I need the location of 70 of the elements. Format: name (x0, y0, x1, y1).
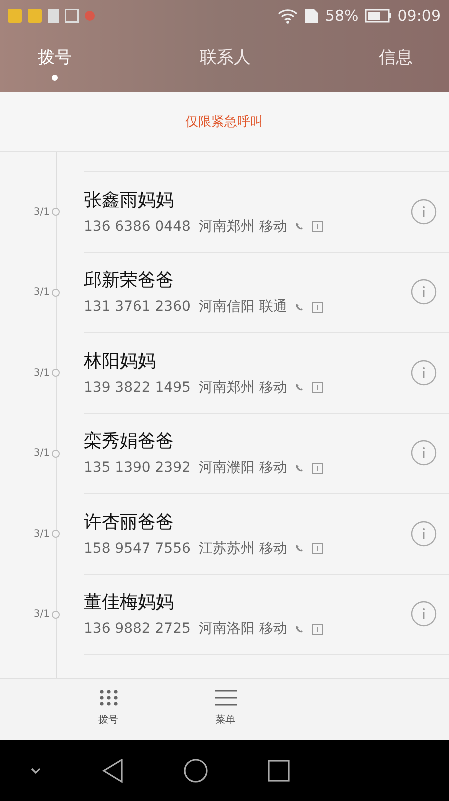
phone-icon (295, 383, 304, 392)
sim-card-icon (304, 8, 320, 24)
timeline-dot-icon (52, 288, 60, 297)
dialpad-icon (98, 689, 118, 707)
timeline-dot-icon (52, 530, 60, 538)
phone-number: 158 9547 7556 (84, 540, 191, 557)
info-icon[interactable] (411, 440, 437, 466)
contact-name[interactable]: 张鑫雨妈妈 (84, 188, 399, 212)
image-icon (65, 9, 79, 23)
contact-name[interactable]: 栾秀娟爸爸 (84, 429, 399, 454)
number-location: 江苏苏州 移动 (198, 540, 288, 558)
phone-icon (295, 302, 304, 312)
phone-number: 131 3761 2360 (84, 299, 191, 316)
dialpad-button[interactable]: 拨号 (50, 679, 167, 740)
call-date: 3/1 (34, 448, 51, 460)
menu-icon (214, 689, 236, 707)
collapse-icon[interactable] (30, 766, 42, 774)
recent-apps-icon[interactable] (268, 760, 290, 782)
contact-name[interactable]: 董佳梅妈妈 (84, 590, 399, 614)
clock-time: 09:09 (398, 7, 441, 25)
call-date: 3/1 (34, 368, 51, 379)
battery-icon (364, 9, 392, 23)
back-icon[interactable] (102, 758, 124, 782)
number-location: 河南郑州 移动 (198, 378, 288, 397)
menu-button[interactable]: 菜单 (167, 679, 284, 740)
sim-slot-icon (312, 462, 324, 474)
wifi-icon (278, 8, 298, 24)
contact-name[interactable]: 邱新荣爸爸 (84, 268, 399, 292)
call-date: 3/1 (34, 609, 51, 620)
info-icon[interactable] (411, 520, 437, 547)
phone-icon (295, 624, 304, 634)
app-notification-icon (8, 9, 22, 23)
battery-percentage: 58% (325, 7, 359, 25)
info-icon[interactable] (411, 360, 437, 386)
emergency-calls-only-notice: 仅限紧急呼叫 (186, 114, 264, 130)
phone-number: 135 1390 2392 (84, 460, 191, 476)
contact-name[interactable]: 许杏丽爸爸 (84, 510, 399, 534)
storage-icon (48, 9, 59, 23)
phone-number: 136 6386 0448 (84, 218, 191, 235)
call-date: 3/1 (34, 287, 51, 298)
number-location: 河南洛阳 移动 (198, 620, 288, 638)
timeline-dot-icon (52, 208, 60, 216)
timeline-dot-icon (52, 610, 60, 619)
number-location: 河南郑州 移动 (198, 218, 288, 236)
phone-icon (295, 464, 304, 473)
home-icon[interactable] (184, 758, 208, 782)
tab[interactable]: 拨号 (20, 41, 90, 83)
sim-slot-icon (312, 221, 324, 232)
number-location: 河南濮阳 移动 (198, 459, 288, 478)
tab[interactable]: 信息 (361, 41, 431, 83)
timeline-dot-icon (52, 450, 60, 458)
phone-icon (295, 222, 304, 232)
alert-icon (85, 11, 95, 21)
app-notification-icon (28, 9, 42, 23)
info-icon[interactable] (411, 279, 437, 306)
call-date: 3/1 (34, 206, 51, 218)
sim-slot-icon (312, 382, 324, 394)
phone-number: 136 9882 2725 (84, 621, 191, 638)
sim-slot-icon (312, 302, 324, 313)
info-icon[interactable] (411, 198, 437, 225)
call-date: 3/1 (34, 528, 51, 540)
phone-number: 139 3822 1495 (84, 380, 191, 396)
timeline-dot-icon (52, 369, 60, 378)
info-icon[interactable] (411, 601, 437, 628)
contact-name[interactable]: 林阳妈妈 (84, 348, 399, 373)
number-location: 河南信阳 联通 (198, 298, 288, 316)
tab[interactable]: 联系人 (182, 41, 269, 83)
sim-slot-icon (312, 543, 324, 554)
sim-slot-icon (312, 624, 324, 635)
phone-icon (295, 544, 304, 554)
